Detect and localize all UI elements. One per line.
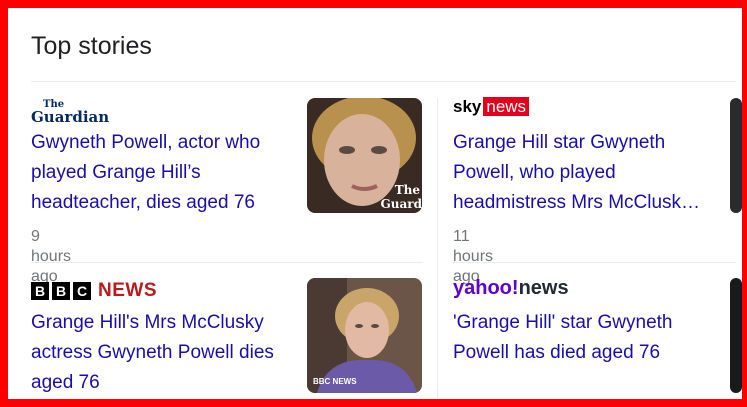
section-title: Top stories	[31, 32, 152, 60]
thumb-watermark-line1: The	[395, 183, 421, 197]
yahoo-logo-news: news	[518, 277, 569, 299]
bbc-block-b1: B	[31, 282, 49, 300]
bbc-logo-news: NEWS	[98, 280, 157, 301]
yahoo-logo-word: yahoo!	[453, 277, 519, 299]
bbc-block-c: C	[73, 282, 91, 300]
story-thumbnail[interactable]: The Guard	[307, 98, 422, 213]
portrait-image: BBC NEWS	[307, 278, 422, 393]
story-headline[interactable]: Gwyneth Powell, actor who played Grange …	[31, 128, 291, 218]
bbc-block-b2: B	[52, 282, 70, 300]
story-headline[interactable]: Grange Hill's Mrs McClusky actress Gwyne…	[31, 308, 293, 398]
sky-logo-word: sky	[453, 97, 482, 116]
story-thumbnail-partial[interactable]	[730, 278, 742, 393]
story-thumbnail-partial[interactable]	[730, 98, 742, 213]
sky-logo-news: news	[483, 97, 530, 116]
guardian-logo-line2: Guardian	[31, 108, 110, 126]
row-divider-right	[453, 262, 736, 263]
row-divider-left	[31, 262, 423, 263]
yahoo-news-logo: yahoo!news	[453, 277, 569, 300]
story-headline[interactable]: Grange Hill star Gwyneth Powell, who pla…	[453, 128, 723, 218]
story-headline[interactable]: 'Grange Hill' star Gwyneth Powell has di…	[453, 308, 713, 368]
thumb-watermark: BBC NEWS	[313, 377, 357, 386]
story-thumbnail[interactable]: BBC NEWS	[307, 278, 422, 393]
sky-news-logo: sky news	[453, 97, 530, 117]
story-time: 9 hours ago	[31, 228, 72, 285]
header-divider	[31, 81, 736, 82]
column-divider	[437, 98, 438, 398]
portrait-image: The Guard	[307, 98, 422, 213]
thumb-watermark-line2: Guard	[381, 197, 422, 211]
guardian-logo: The Guardian	[31, 99, 110, 126]
bbc-news-logo: B B C NEWS	[31, 280, 157, 302]
